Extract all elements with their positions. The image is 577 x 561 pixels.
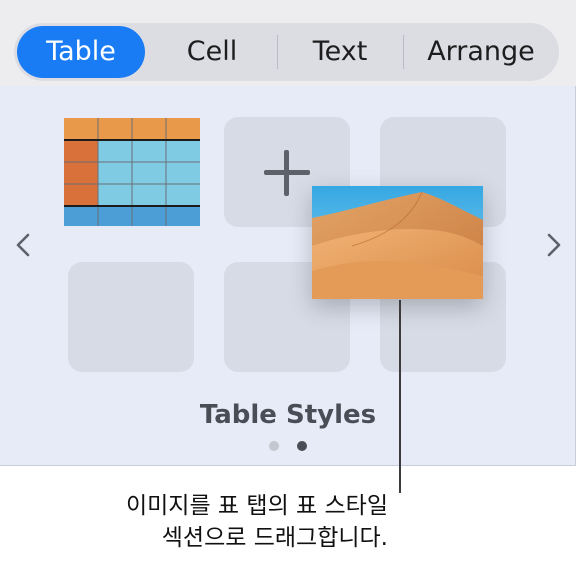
- tab-arrange[interactable]: Arrange: [406, 23, 556, 81]
- table-style-thumbnail[interactable]: [64, 118, 200, 226]
- plus-icon[interactable]: [264, 150, 310, 196]
- tab-divider: [277, 35, 278, 69]
- callout-line: [399, 300, 401, 493]
- callout-text: 이미지를 표 탭의 표 스타일 섹션으로 드래그합니다.: [126, 490, 388, 554]
- chevron-right-icon[interactable]: [545, 232, 563, 258]
- section-title: Table Styles: [199, 400, 377, 430]
- tab-text[interactable]: Text: [280, 23, 400, 81]
- dragged-image[interactable]: [312, 186, 483, 299]
- tab-table[interactable]: Table: [17, 26, 145, 78]
- tab-cell[interactable]: Cell: [149, 23, 275, 81]
- callout-line-2: 섹션으로 드래그합니다.: [161, 525, 388, 551]
- tab-divider: [403, 35, 404, 69]
- tab-bar-area: Table Cell Text Arrange: [0, 0, 576, 86]
- segmented-control: Table Cell Text Arrange: [14, 23, 559, 81]
- format-sidebar: Table Cell Text Arrange Table Styles: [0, 0, 576, 466]
- style-slot-empty[interactable]: [68, 262, 194, 372]
- page-dot[interactable]: [269, 441, 279, 451]
- callout-line-1: 이미지를 표 탭의 표 스타일: [125, 493, 388, 519]
- page-dot-active[interactable]: [297, 441, 307, 451]
- chevron-left-icon[interactable]: [14, 232, 32, 258]
